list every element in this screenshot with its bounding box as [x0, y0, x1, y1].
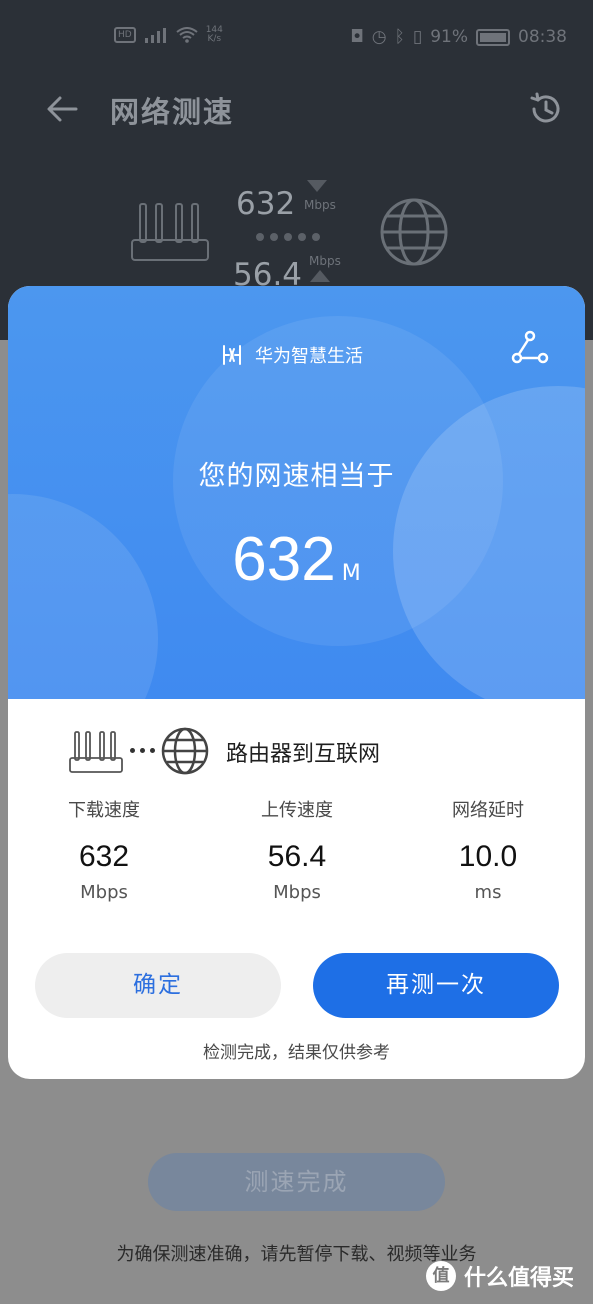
share-icon[interactable] — [510, 328, 550, 368]
nfc-chip-icon: HD — [114, 27, 136, 43]
back-arrow-icon[interactable] — [42, 89, 82, 129]
network-speed-indicator: 144 K/s — [205, 25, 223, 44]
route-row: 路由器到互联网 — [68, 726, 528, 780]
watermark-text: 什么值得买 — [464, 1266, 575, 1291]
app-bar: 网络测速 — [0, 75, 593, 145]
confirm-button[interactable]: 确定 — [35, 953, 281, 1018]
result-note: 检测完成，结果仅供参考 — [203, 1043, 390, 1063]
battery-percent: 91% — [430, 27, 468, 47]
bg-upload-unit: Mbps — [309, 254, 341, 268]
metric-label: 网络延时 — [452, 800, 524, 821]
battery-icon — [476, 28, 510, 46]
bg-download-value: 632 — [236, 186, 296, 222]
watermark-badge: 值 — [426, 1261, 456, 1291]
metric-value: 56.4 — [267, 840, 327, 873]
nfc-icon: ◘ — [350, 27, 364, 47]
signal-icon — [144, 28, 166, 43]
router-icon — [131, 203, 209, 261]
wifi-icon — [176, 27, 198, 43]
bg-download-unit: Mbps — [304, 198, 336, 212]
metric-value: 632 — [78, 840, 130, 873]
speed-equivalent: 632 M — [8, 524, 585, 595]
status-bar: HD 144 K/s ◘ ◷ ᛒ ▯ 91% 08:38 — [0, 0, 593, 60]
route-dots — [130, 748, 155, 753]
speed-equivalent-value: 632 — [232, 525, 336, 594]
result-hero: 华为智慧生活 您的网速相当于 632 M — [8, 286, 585, 699]
metric-unit: Mbps — [273, 882, 321, 903]
router-icon — [69, 731, 123, 773]
metric-unit: Mbps — [80, 882, 128, 903]
bluetooth-icon: ᛒ — [394, 27, 405, 47]
speed-equivalent-heading: 您的网速相当于 — [198, 461, 395, 492]
download-arrow-icon — [307, 180, 327, 192]
history-icon[interactable] — [526, 89, 566, 129]
clock: 08:38 — [518, 27, 567, 47]
result-dialog: 华为智慧生活 您的网速相当于 632 M 路由器到互联网 下载速度 632 Mb… — [8, 286, 585, 1079]
latency-metric: 网络延时 10.0 ms — [413, 796, 563, 903]
speed-equivalent-unit: M — [341, 561, 361, 586]
watermark: 值 什么值得买 — [426, 1260, 574, 1292]
brand: 华为智慧生活 — [221, 342, 363, 368]
metric-value: 10.0 — [458, 840, 518, 873]
metric-unit: ms — [474, 882, 502, 903]
metric-label: 上传速度 — [261, 800, 333, 821]
globe-icon — [161, 727, 209, 775]
brand-name: 华为智慧生活 — [255, 346, 363, 367]
globe-icon — [380, 198, 448, 266]
connection-dots — [256, 233, 320, 241]
vibrate-icon: ▯ — [412, 27, 423, 47]
huawei-ai-life-logo-icon — [223, 345, 241, 365]
page-title: 网络测速 — [110, 95, 235, 129]
upload-arrow-icon — [310, 270, 330, 282]
download-metric: 下载速度 632 Mbps — [29, 796, 179, 903]
route-label: 路由器到互联网 — [226, 742, 381, 767]
alarm-icon: ◷ — [371, 27, 387, 47]
retest-button[interactable]: 再测一次 — [313, 953, 559, 1018]
metric-label: 下载速度 — [68, 800, 140, 821]
test-complete-button[interactable]: 测速完成 — [148, 1153, 445, 1211]
upload-metric: 上传速度 56.4 Mbps — [222, 796, 372, 903]
